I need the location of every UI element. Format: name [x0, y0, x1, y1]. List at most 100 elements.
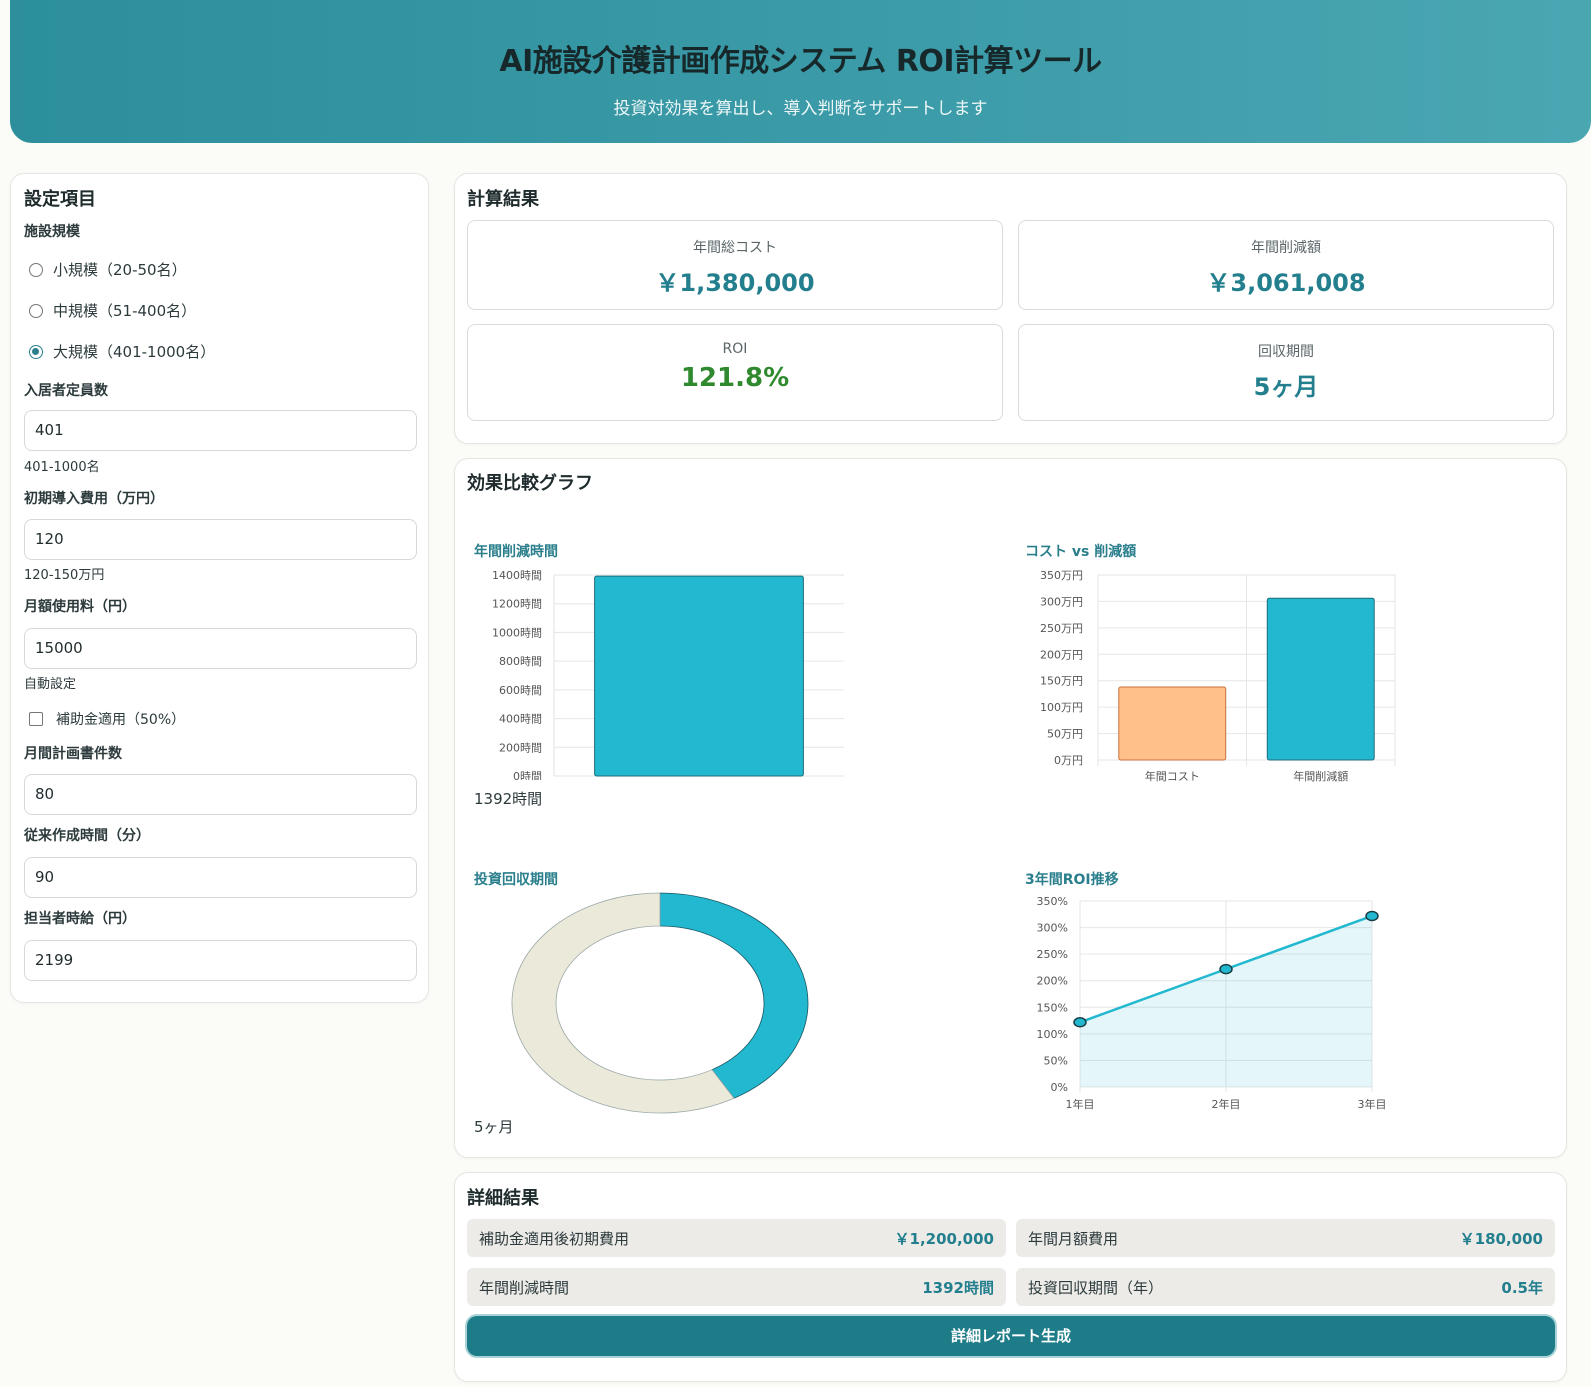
- result-card-value: 121.8%: [680, 363, 790, 393]
- plans-label: 月間計画書件数: [24, 746, 122, 762]
- result-card-value: 5ヶ月: [1253, 373, 1319, 401]
- y-tick-label: 1400時間: [492, 569, 542, 582]
- y-tick-label: 100万円: [1040, 701, 1083, 714]
- radio-small-indicator[interactable]: [29, 262, 43, 277]
- result-card-annual-savings: 年間削減額 ￥3,061,008: [1018, 220, 1554, 310]
- radio-small[interactable]: 小規模（20-50名）: [29, 259, 187, 280]
- detail-label: 補助金適用後初期費用: [479, 1229, 630, 1248]
- x-tick-label: 年間削減額: [1293, 769, 1348, 783]
- bar: [1118, 686, 1227, 761]
- result-card-payback: 回収期間 5ヶ月: [1018, 324, 1554, 421]
- result-card-label: 回収期間: [1258, 344, 1314, 360]
- radio-large-indicator[interactable]: [29, 344, 43, 359]
- details-title: 詳細結果: [467, 1188, 539, 1209]
- result-card-label: 年間総コスト: [693, 240, 777, 256]
- results-panel: 計算結果 年間総コスト ￥1,380,000 年間削減額 ￥3,061,008 …: [454, 173, 1567, 444]
- donut-slice: [659, 892, 809, 1099]
- detail-row: 年間月額費用 ￥180,000: [1016, 1219, 1555, 1257]
- result-card-label: 年間削減額: [1251, 240, 1321, 256]
- x-tick-label: 2年目: [1212, 1097, 1241, 1111]
- data-point: [1073, 1017, 1087, 1028]
- y-tick-label: 250%: [1037, 948, 1068, 961]
- result-card-roi: ROI 121.8%: [467, 324, 1003, 421]
- result-card-label: ROI: [722, 341, 748, 357]
- y-tick-label: 150%: [1037, 1001, 1068, 1014]
- y-tick-label: 350%: [1037, 895, 1068, 908]
- capacity-label: 入居者定員数: [24, 383, 108, 399]
- radio-small-label: 小規模（20-50名）: [53, 261, 187, 279]
- y-tick-label: 300万円: [1040, 595, 1083, 608]
- y-tick-label: 800時間: [499, 655, 542, 668]
- hours-bar-chart: 0時間 200時間 400時間 600時間 800時間 1000時間 1200時間 1400時…: [492, 569, 844, 780]
- result-card-value: ￥1,380,000: [655, 269, 815, 297]
- detail-value: 0.5年: [1501, 1278, 1543, 1297]
- y-tick-label: 1000時間: [492, 626, 542, 639]
- wage-input[interactable]: 2199: [24, 940, 417, 981]
- detail-value: ￥180,000: [1459, 1229, 1543, 1248]
- results-title: 計算結果: [467, 189, 539, 210]
- roi-chart-title: 3年間ROI推移: [1025, 872, 1119, 888]
- cost-chart-title: コスト vs 削減額: [1025, 544, 1137, 560]
- capacity-input[interactable]: 401: [24, 410, 417, 451]
- charts-title: 効果比較グラフ: [467, 473, 593, 494]
- radio-medium-indicator[interactable]: [29, 303, 43, 318]
- detail-row: 年間削減時間 1392時間: [467, 1268, 1006, 1306]
- wage-label: 担当者時給（円）: [24, 911, 136, 927]
- y-tick-label: 0時間: [513, 770, 542, 780]
- monthly-fee-input[interactable]: 15000: [24, 628, 417, 669]
- detail-value: 1392時間: [922, 1278, 994, 1297]
- settings-panel: 設定項目 施設規模 小規模（20-50名） 中規模（51-400名） 大規模（4…: [10, 173, 429, 1003]
- page-title: AI施設介護計画作成システム ROI計算ツール: [499, 44, 1102, 79]
- cost-vs-savings-bar-chart: 0万円 50万円 100万円 150万円 200万円 250万円 300万円 350万円年間コ…: [1040, 569, 1396, 783]
- y-tick-label: 400時間: [499, 713, 542, 726]
- detail-label: 投資回収期間（年）: [1028, 1278, 1164, 1297]
- x-tick-label: 年間コスト: [1145, 769, 1200, 783]
- time-input[interactable]: 90: [24, 857, 417, 898]
- initial-cost-input[interactable]: 120: [24, 519, 417, 560]
- y-tick-label: 300%: [1037, 922, 1068, 935]
- detail-value: ￥1,200,000: [894, 1229, 994, 1248]
- y-tick-label: 200万円: [1040, 648, 1083, 661]
- hours-chart-caption: 1392時間: [474, 790, 543, 808]
- generate-report-button[interactable]: 詳細レポート生成: [467, 1316, 1555, 1356]
- time-label: 従来作成時間（分）: [24, 828, 150, 844]
- page-subtitle: 投資対効果を算出し、導入判断をサポートします: [613, 99, 988, 119]
- initial-cost-hint: 120-150万円: [24, 568, 105, 583]
- y-tick-label: 250万円: [1040, 622, 1083, 635]
- data-point: [1365, 910, 1379, 922]
- payback-chart-title: 投資回収期間: [474, 872, 558, 888]
- bar: [594, 575, 804, 777]
- charts-panel: 効果比較グラフ 年間削減時間 0時間 200時間 400時間 600時間 800時間 10…: [454, 458, 1567, 1158]
- subsidy-checkbox-label: 補助金適用（50%）: [56, 712, 186, 728]
- payback-chart-caption: 5ヶ月: [474, 1118, 514, 1136]
- data-point: [1219, 963, 1233, 975]
- y-tick-label: 0%: [1051, 1081, 1068, 1094]
- capacity-hint: 401-1000名: [24, 460, 100, 475]
- monthly-fee-label: 月額使用料（円）: [24, 599, 136, 615]
- y-tick-label: 100%: [1037, 1028, 1068, 1041]
- x-tick-label: 1年目: [1066, 1097, 1095, 1111]
- result-card-annual-cost: 年間総コスト ￥1,380,000: [467, 220, 1003, 310]
- monthly-fee-hint: 自動設定: [24, 677, 77, 692]
- roi-line-chart: 0% 50% 100% 150% 200% 250% 300% 350% 1年目 2年目 3年目: [1037, 895, 1387, 1111]
- detail-label: 年間月額費用: [1028, 1229, 1119, 1248]
- radio-medium[interactable]: 中規模（51-400名）: [29, 300, 196, 321]
- settings-title: 設定項目: [24, 189, 96, 210]
- app-header: AI施設介護計画作成システム ROI計算ツール 投資対効果を算出し、導入判断をサ…: [10, 0, 1591, 143]
- radio-medium-label: 中規模（51-400名）: [53, 302, 197, 320]
- radio-large[interactable]: 大規模（401-1000名）: [29, 341, 215, 362]
- y-tick-label: 0万円: [1054, 754, 1083, 767]
- y-tick-label: 200時間: [499, 741, 542, 754]
- subsidy-checkbox-box[interactable]: [29, 712, 43, 726]
- result-card-value: ￥3,061,008: [1206, 269, 1366, 297]
- subsidy-checkbox[interactable]: 補助金適用（50%）: [29, 709, 185, 729]
- detail-label: 年間削減時間: [479, 1278, 570, 1297]
- detail-row: 投資回収期間（年） 0.5年: [1016, 1268, 1555, 1306]
- x-tick-label: 3年目: [1358, 1097, 1387, 1111]
- plans-input[interactable]: 80: [24, 774, 417, 815]
- y-tick-label: 350万円: [1040, 569, 1083, 582]
- y-tick-label: 50%: [1044, 1054, 1068, 1067]
- radio-large-label: 大規模（401-1000名）: [53, 343, 216, 361]
- hours-chart-title: 年間削減時間: [474, 544, 558, 560]
- detail-row: 補助金適用後初期費用 ￥1,200,000: [467, 1219, 1006, 1257]
